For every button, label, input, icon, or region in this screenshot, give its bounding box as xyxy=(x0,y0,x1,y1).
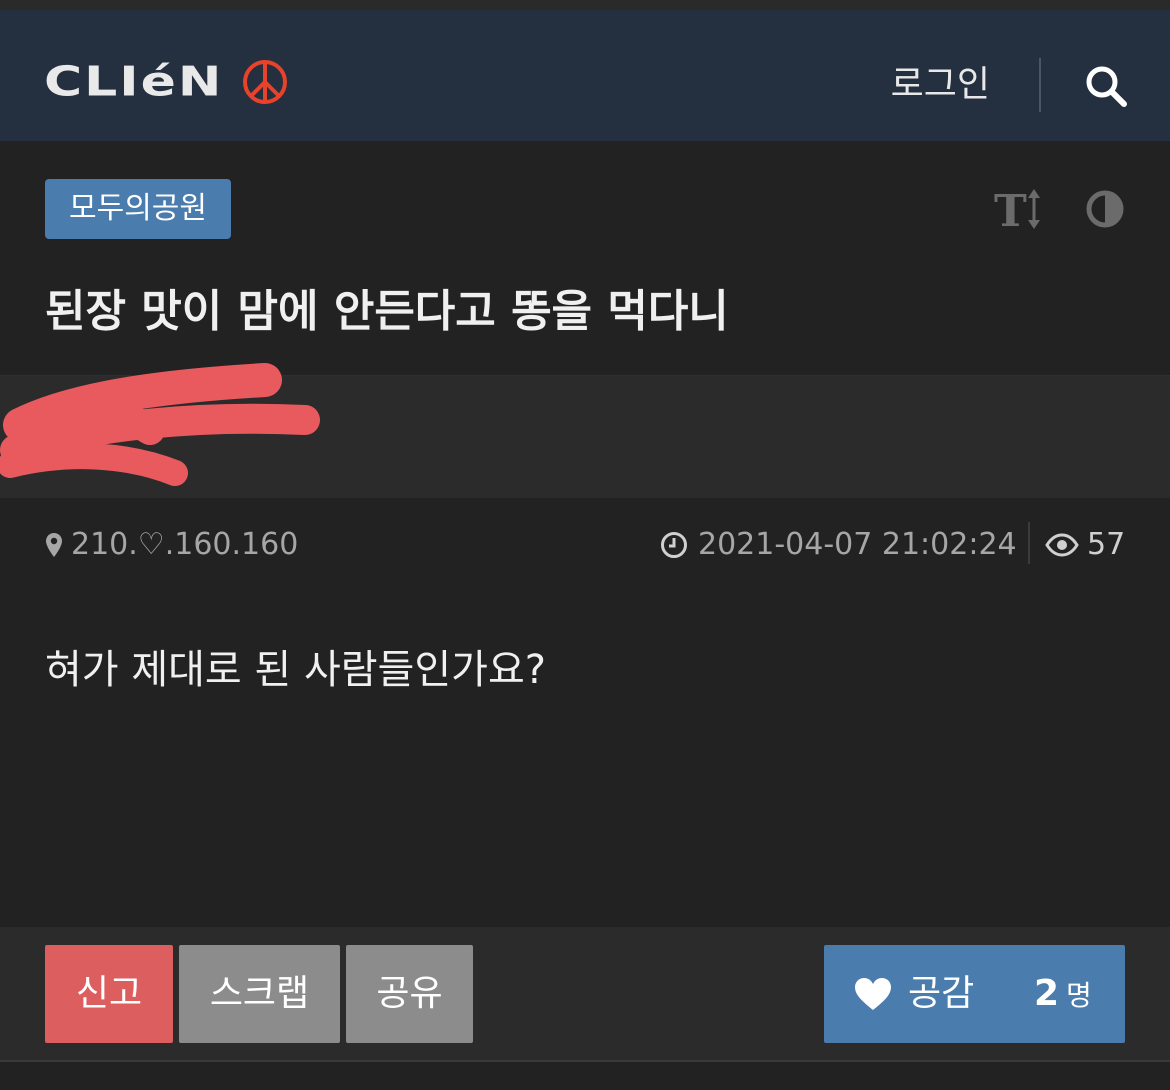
login-link[interactable]: 로그인 xyxy=(891,63,990,107)
top-strip xyxy=(0,0,1170,10)
clock-icon xyxy=(661,532,687,558)
location-pin-icon xyxy=(46,533,62,557)
like-unit: 명 xyxy=(1066,979,1092,1012)
ip-address: 210.♡.160.160 xyxy=(71,527,299,562)
timestamp-text: 2021-04-07 21:02:24 xyxy=(698,527,1017,562)
text-size-icon[interactable]: T xyxy=(994,186,1044,232)
like-count: 2 xyxy=(1034,973,1060,1014)
view-count: 57 xyxy=(1087,527,1126,562)
share-button[interactable]: 공유 xyxy=(346,945,473,1043)
report-button[interactable]: 신고 xyxy=(45,945,173,1043)
board-tag[interactable]: 모두의공원 xyxy=(45,179,231,239)
eye-icon xyxy=(1045,533,1079,557)
peace-logo-icon xyxy=(243,60,288,104)
heart-icon xyxy=(855,978,891,1010)
site-logo[interactable]: CLIéN xyxy=(44,57,289,107)
header-divider xyxy=(1039,58,1041,112)
logo-text: CLIéN xyxy=(44,58,224,106)
meta-divider xyxy=(1028,522,1030,564)
like-label: 공감 xyxy=(908,973,975,1014)
post-body: 혀가 제대로 된 사람들인가요? xyxy=(45,647,546,693)
post-timestamp: 2021-04-07 21:02:24 xyxy=(660,520,1017,570)
svg-text:T: T xyxy=(994,186,1027,232)
bottom-strip xyxy=(0,1064,1170,1090)
post-title: 된장 맛이 맘에 안든다고 똥을 먹다니 xyxy=(45,286,729,337)
redaction-scribble xyxy=(0,363,320,486)
post-views: 57 xyxy=(1045,520,1125,570)
search-icon[interactable] xyxy=(1084,64,1130,110)
contrast-icon[interactable] xyxy=(1086,190,1124,228)
site-header: CLIéN 로그인 xyxy=(0,10,1170,141)
like-button[interactable]: 공감 2 명 xyxy=(824,945,1125,1043)
post-ip: 210.♡.160.160 xyxy=(45,520,298,570)
scrap-button[interactable]: 스크랩 xyxy=(179,945,340,1043)
